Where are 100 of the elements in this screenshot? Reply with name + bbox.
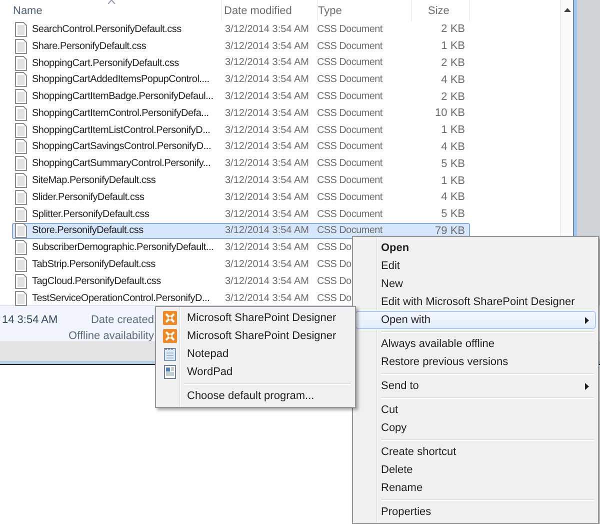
menu-item[interactable]: Properties	[355, 503, 596, 521]
date-modified: 3/12/2014 3:54 AM	[224, 57, 310, 68]
file-row[interactable]: Slider.PersonifyDefault.css 3/12/2014 3:54 AM CSS Document 4 KB	[12, 188, 470, 206]
document-icon	[15, 139, 27, 154]
date-value: 14 3:54 AM	[1, 313, 59, 328]
date-modified: 3/12/2014 3:54 AM	[224, 124, 310, 136]
application-icon	[163, 329, 177, 343]
file-name: TagCloud.PersonifyDefault.css	[32, 276, 161, 287]
file-row[interactable]: ShoppingCart.PersonifyDefault.css 3/12/2014 3:54 AM CSS Document 2 KB	[12, 54, 470, 72]
menu-item[interactable]: Send to	[355, 377, 596, 395]
menu-item[interactable]: Cut	[355, 401, 596, 419]
file-row[interactable]: ShoppingCartSavingsControl.PersonifyD... 3/12/2014 3:54 AM CSS Document 4 KB	[12, 138, 470, 156]
document-icon	[15, 72, 27, 88]
detail-label: Offline availability:	[68, 330, 157, 342]
date-modified: 3/12/2014 3:54 AM	[224, 192, 310, 203]
file-row[interactable]: ShoppingCartItemListControl.PersonifyD... 3/12/2014 3:54 AM CSS Document 1 KB	[12, 122, 470, 139]
menu-item[interactable]: Create shortcut	[355, 443, 596, 461]
document-icon	[15, 274, 27, 289]
file-row[interactable]: Store.PersonifyDefault.css 3/12/2014 3:54 AM CSS Document 79 KB	[12, 222, 470, 240]
file-size: 1 KB	[441, 124, 465, 136]
column-header[interactable]: Type	[318, 0, 412, 21]
menu-item[interactable]: Copy	[355, 419, 596, 437]
menu-item[interactable]: Restore previous versions	[355, 353, 596, 371]
date-modified: 3/12/2014 3:54 AM	[224, 74, 310, 86]
menu-item[interactable]: Microsoft SharePoint Designer	[158, 309, 353, 327]
file-row[interactable]: ShoppingCartItemControl.PersonifyDefa... 3/12/2014 3:54 AM CSS Document 10 KB	[12, 104, 470, 122]
column-header[interactable]: Size	[412, 0, 470, 21]
column-header[interactable]: Name	[0, 0, 222, 21]
file-type: CSS Document	[317, 57, 382, 68]
document-icon	[15, 38, 27, 54]
file-size: 1 KB	[441, 40, 465, 52]
file-type: CSS Document	[317, 158, 382, 170]
file-type: CSS Document	[317, 24, 382, 35]
file-name: SiteMap.PersonifyDefault.css	[32, 175, 156, 186]
document-icon	[15, 223, 27, 238]
date-modified: 3/12/2014 3:54 AM	[224, 108, 310, 119]
menu-item[interactable]: Edit	[355, 257, 596, 275]
file-name: SubscriberDemographic.PersonifyDefault...	[32, 242, 214, 254]
menu-item[interactable]: New	[355, 275, 596, 293]
file-type: CSS Document	[317, 40, 382, 52]
menu-item[interactable]: Always available offline	[355, 335, 596, 353]
file-type: CSS Do	[317, 276, 352, 287]
document-icon	[15, 206, 27, 222]
file-size: 4 KB	[441, 74, 465, 86]
file-name: TestServiceOperationControl.PersonifyD...	[32, 292, 210, 304]
menu-item[interactable]: WordPad	[158, 363, 353, 381]
file-name: ShoppingCartItemBadge.PersonifyDefaul...	[32, 91, 214, 102]
date-modified: 3/12/2014 3:54 AM	[224, 24, 310, 35]
file-name: SearchControl.PersonifyDefault.css	[32, 24, 182, 35]
submenu-arrow-icon	[585, 382, 589, 390]
sort-caret-icon	[108, 0, 114, 4]
document-icon	[15, 240, 27, 256]
menu-item[interactable]: Notepad	[158, 345, 353, 363]
file-type: CSS Document	[317, 192, 382, 203]
detail-label: Date created:	[90, 314, 157, 326]
document-icon	[15, 173, 27, 188]
date-modified: 3/12/2014 3:54 AM	[224, 292, 310, 304]
file-size: 79 KB	[435, 224, 465, 237]
document-icon	[15, 22, 27, 37]
file-name: ShoppingCartSavingsControl.PersonifyD...	[32, 141, 211, 152]
date-modified: 3/12/2014 3:54 AM	[224, 91, 310, 102]
menu-item[interactable]: Choose default program...	[158, 387, 353, 405]
column-header[interactable]: Date modified	[222, 0, 318, 21]
menu-item[interactable]: Edit with Microsoft SharePoint Designer	[355, 293, 596, 311]
file-row[interactable]: Share.PersonifyDefault.css 3/12/2014 3:54 AM CSS Document 1 KB	[12, 38, 470, 55]
file-type: CSS Document	[317, 225, 382, 236]
date-modified: 3/12/2014 3:54 AM	[224, 158, 310, 170]
menu-item[interactable]: Microsoft SharePoint Designer	[158, 327, 353, 345]
file-size: 2 KB	[441, 56, 465, 69]
file-row[interactable]: ShoppingCartAddedItemsPopupControl.... 3/12/2014 3:54 AM CSS Document 4 KB	[12, 71, 470, 88]
file-row[interactable]: ShoppingCartSummaryControl.Personify... 3/12/2014 3:54 AM CSS Document 5 KB	[12, 155, 470, 172]
file-row[interactable]: SiteMap.PersonifyDefault.css 3/12/2014 3:54 AM CSS Document 1 KB	[12, 172, 470, 189]
file-size: 5 KB	[441, 158, 465, 170]
date-modified: 3/12/2014 3:54 AM	[224, 175, 310, 186]
application-icon	[163, 311, 177, 325]
file-name: ShoppingCartSummaryControl.Personify...	[32, 158, 210, 170]
file-size: 10 KB	[435, 107, 465, 120]
file-name: ShoppingCartItemListControl.PersonifyD...	[32, 124, 210, 136]
date-modified: 3/12/2014 3:54 AM	[224, 276, 310, 287]
file-size: 2 KB	[441, 23, 465, 36]
document-icon	[15, 106, 27, 121]
file-name: Share.PersonifyDefault.css	[32, 40, 146, 52]
file-size: 1 KB	[441, 174, 465, 187]
menu-item[interactable]: Open with	[355, 311, 596, 329]
scroll-up-arrow-icon[interactable]	[564, 8, 570, 12]
file-type: CSS Document	[317, 208, 382, 220]
document-icon	[15, 156, 27, 172]
file-row[interactable]: SearchControl.PersonifyDefault.css 3/12/2014 3:54 AM CSS Document 2 KB	[12, 21, 470, 38]
file-size: 2 KB	[441, 90, 465, 103]
notepad-icon	[163, 347, 177, 361]
document-icon	[15, 190, 27, 205]
file-row[interactable]: ShoppingCartItemBadge.PersonifyDefaul... 3/12/2014 3:54 AM CSS Document 2 KB	[12, 88, 470, 105]
menu-item[interactable]: Rename	[355, 479, 596, 497]
menu-item[interactable]: Delete	[355, 461, 596, 479]
file-type: CSS Document	[317, 108, 382, 119]
file-row[interactable]: Splitter.PersonifyDefault.css 3/12/2014 3:54 AM CSS Document 5 KB	[12, 206, 470, 223]
file-type: CSS Do	[317, 292, 352, 304]
date-modified: 3/12/2014 3:54 AM	[224, 259, 310, 270]
menu-item[interactable]: Open	[355, 239, 596, 257]
date-modified: 3/12/2014 3:54 AM	[224, 40, 310, 52]
